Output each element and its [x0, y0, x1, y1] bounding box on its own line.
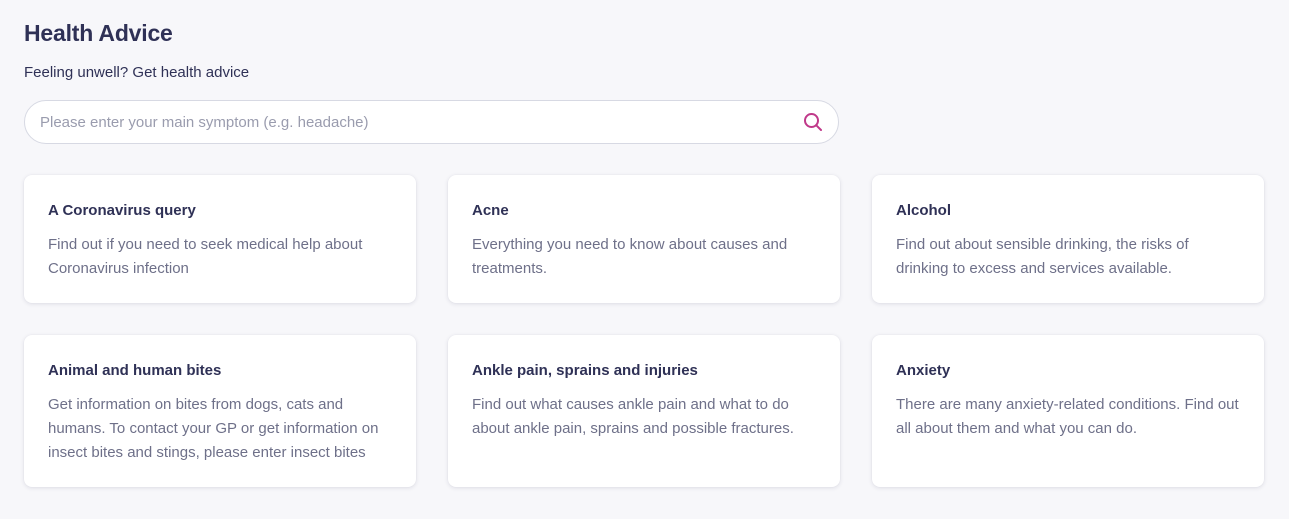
symptom-search-input[interactable] — [40, 113, 802, 131]
topic-card-alcohol[interactable]: Alcohol Find out about sensible drinking… — [872, 175, 1264, 303]
topic-card-description: Everything you need to know about causes… — [472, 236, 788, 277]
search-icon[interactable] — [802, 111, 824, 133]
topic-card-coronavirus[interactable]: A Coronavirus query Find out if you need… — [24, 175, 416, 303]
topic-card-title: Ankle pain, sprains and injuries — [472, 362, 698, 379]
topic-card-ankle-pain[interactable]: Ankle pain, sprains and injuries Find ou… — [448, 335, 840, 487]
topic-card-title: Acne — [472, 202, 509, 219]
page-subtitle: Feeling unwell? Get health advice — [24, 64, 250, 81]
topic-card-description: Find out if you need to seek medical hel… — [48, 236, 363, 277]
health-advice-page: Health Advice Feeling unwell? Get health… — [0, 0, 1289, 519]
symptom-search-bar[interactable] — [24, 100, 839, 144]
topic-card-description: There are many anxiety-related condition… — [896, 396, 1239, 437]
topic-card-description: Find out about sensible drinking, the ri… — [896, 236, 1189, 277]
topic-card-title: Anxiety — [896, 362, 951, 379]
topic-card-title: Animal and human bites — [48, 362, 222, 379]
topic-card-title: A Coronavirus query — [48, 202, 196, 219]
topic-card-title: Alcohol — [896, 202, 951, 219]
topic-card-animal-human-bites[interactable]: Animal and human bites Get information o… — [24, 335, 416, 487]
page-title: Health Advice — [24, 20, 173, 46]
topic-card-anxiety[interactable]: Anxiety There are many anxiety-related c… — [872, 335, 1264, 487]
topic-card-description: Get information on bites from dogs, cats… — [48, 396, 379, 461]
topic-card-description: Find out what causes ankle pain and what… — [472, 396, 794, 437]
topic-card-acne[interactable]: Acne Everything you need to know about c… — [448, 175, 840, 303]
health-topic-grid: A Coronavirus query Find out if you need… — [24, 175, 1265, 487]
